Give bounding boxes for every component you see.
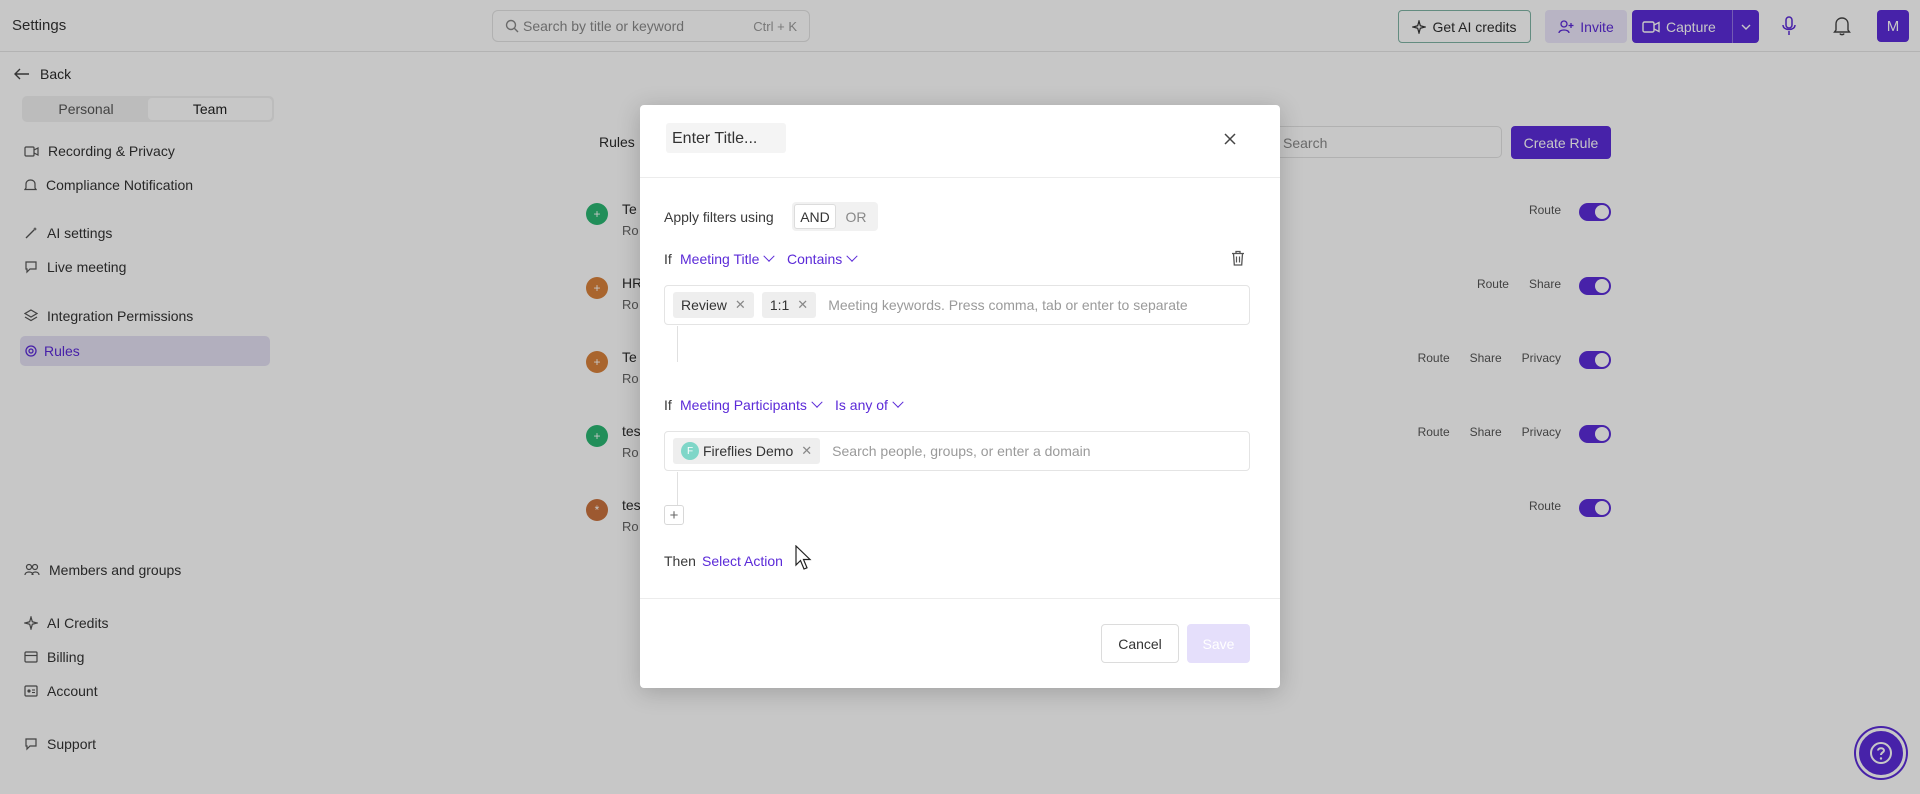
divider bbox=[640, 598, 1280, 599]
remove-chip-icon[interactable]: ✕ bbox=[735, 297, 746, 313]
and-or-switch: AND OR bbox=[792, 202, 878, 231]
chip-label: 1:1 bbox=[769, 297, 790, 313]
remove-chip-icon[interactable]: ✕ bbox=[801, 443, 812, 459]
and-option[interactable]: AND bbox=[794, 204, 836, 229]
keywords-input[interactable]: Review ✕ 1:1 ✕ Meeting keywords. Press com… bbox=[664, 285, 1250, 325]
close-icon[interactable] bbox=[1220, 129, 1240, 149]
condition-field-select[interactable]: Meeting Title bbox=[680, 250, 776, 267]
rule-title-input[interactable]: Enter Title... bbox=[666, 123, 786, 153]
or-option[interactable]: OR bbox=[836, 204, 876, 229]
avatar: F bbox=[681, 442, 699, 460]
keyword-chip: Review ✕ bbox=[673, 292, 754, 318]
mouse-cursor-icon bbox=[795, 545, 812, 570]
divider bbox=[640, 177, 1280, 178]
cancel-button[interactable]: Cancel bbox=[1101, 624, 1179, 663]
save-button[interactable]: Save bbox=[1187, 624, 1250, 663]
keyword-chip: 1:1 ✕ bbox=[761, 292, 817, 318]
participants-input[interactable]: F Fireflies Demo ✕ Search people, groups, … bbox=[664, 431, 1250, 471]
chip-label: Review bbox=[681, 297, 727, 313]
condition-operator-select[interactable]: Is any of bbox=[835, 396, 904, 413]
condition-operator-value: Contains bbox=[787, 251, 843, 267]
condition-field-value: Meeting Title bbox=[680, 251, 760, 267]
create-rule-dialog: Enter Title... Apply filters using AND O… bbox=[640, 105, 1280, 688]
trash-icon[interactable] bbox=[1231, 250, 1245, 266]
add-condition-button[interactable]: + bbox=[664, 505, 684, 525]
condition-operator-value: Is any of bbox=[835, 397, 888, 413]
connector-line bbox=[677, 326, 678, 362]
remove-chip-icon[interactable]: ✕ bbox=[797, 297, 808, 313]
condition-field-select[interactable]: Meeting Participants bbox=[680, 396, 823, 413]
if-label: If bbox=[664, 397, 672, 413]
chip-label: Fireflies Demo bbox=[703, 443, 794, 459]
select-action-dropdown[interactable]: Select Action bbox=[702, 553, 783, 569]
chevron-down-icon bbox=[763, 250, 776, 262]
if-label: If bbox=[664, 251, 672, 267]
participant-chip: F Fireflies Demo ✕ bbox=[673, 438, 821, 464]
connector-line bbox=[677, 472, 678, 506]
then-label: Then bbox=[664, 553, 696, 569]
select-action-label: Select Action bbox=[702, 553, 783, 569]
apply-filters-label: Apply filters using bbox=[664, 209, 774, 225]
keywords-placeholder: Meeting keywords. Press comma, tab or en… bbox=[828, 297, 1188, 313]
condition-field-value: Meeting Participants bbox=[680, 397, 807, 413]
condition-operator-select[interactable]: Contains bbox=[787, 250, 858, 267]
chevron-down-icon bbox=[811, 396, 823, 408]
participants-placeholder: Search people, groups, or enter a domain bbox=[832, 443, 1091, 459]
chevron-down-icon bbox=[846, 250, 858, 262]
chevron-down-icon bbox=[892, 396, 904, 408]
